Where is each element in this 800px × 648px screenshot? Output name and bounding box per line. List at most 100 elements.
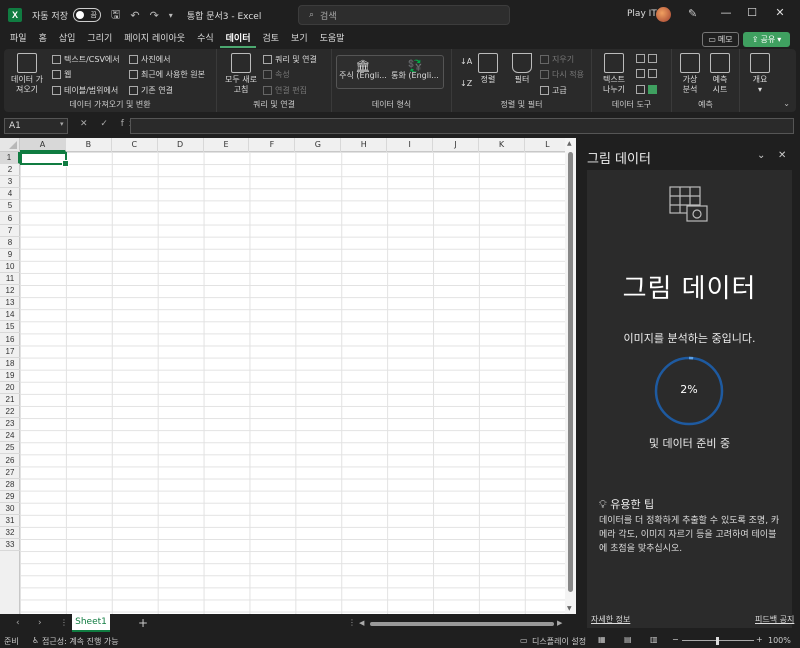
row-header[interactable]: 21: [0, 394, 20, 407]
pen-icon[interactable]: ✎: [688, 7, 697, 20]
queries-connections-button[interactable]: 쿼리 및 연결: [263, 54, 317, 65]
row-header[interactable]: 2: [0, 164, 20, 177]
zoom-thumb[interactable]: [716, 637, 719, 645]
row-header[interactable]: 27: [0, 467, 20, 479]
row-header[interactable]: 6: [0, 213, 20, 225]
flash-fill-button[interactable]: [636, 54, 657, 63]
row-header[interactable]: 24: [0, 430, 20, 443]
consolidate-button[interactable]: [636, 69, 657, 78]
scroll-thumb[interactable]: [568, 152, 573, 592]
split-handle-icon[interactable]: ⋮: [348, 618, 356, 627]
chevron-down-icon[interactable]: ▾: [60, 120, 64, 128]
scroll-left-icon[interactable]: ◀: [359, 619, 364, 627]
tab-formulas[interactable]: 수식: [191, 30, 220, 48]
column-header[interactable]: J: [433, 138, 479, 152]
row-header[interactable]: 11: [0, 273, 20, 286]
row-header[interactable]: 16: [0, 334, 20, 346]
sort-asc-button[interactable]: ↓A: [460, 57, 472, 66]
minimize-icon[interactable]: —: [716, 6, 736, 19]
get-data-button[interactable]: 데이터 가 져오기: [10, 53, 44, 95]
maximize-icon[interactable]: ☐: [742, 6, 762, 19]
collapse-ribbon-icon[interactable]: ⌄: [783, 99, 790, 108]
column-header[interactable]: K: [479, 138, 525, 152]
row-header[interactable]: 18: [0, 358, 20, 370]
tab-data[interactable]: 데이터: [219, 30, 257, 48]
column-header[interactable]: A: [20, 138, 66, 152]
row-header[interactable]: 14: [0, 309, 20, 322]
display-icon[interactable]: ▭: [520, 636, 528, 645]
sort-desc-button[interactable]: ↓Z: [460, 79, 472, 88]
row-header[interactable]: 33: [0, 539, 20, 552]
accessibility-status[interactable]: 접근성: 계속 진행 가능: [42, 636, 119, 647]
sort-button[interactable]: 정렬: [478, 53, 498, 85]
user-name[interactable]: Play IT: [627, 9, 657, 19]
feedback-link[interactable]: 피드백 공지: [755, 614, 794, 625]
tab-review[interactable]: 검토: [256, 30, 285, 48]
column-header[interactable]: G: [295, 138, 342, 152]
column-header[interactable]: E: [204, 138, 250, 152]
row-header[interactable]: 8: [0, 237, 20, 249]
row-header[interactable]: 5: [0, 200, 20, 213]
row-header[interactable]: 28: [0, 479, 20, 491]
row-header[interactable]: 12: [0, 285, 20, 298]
active-cell[interactable]: [20, 152, 69, 167]
scroll-right-icon[interactable]: ▶: [557, 619, 562, 627]
row-header[interactable]: 30: [0, 503, 20, 515]
prev-sheet-icon[interactable]: ‹: [16, 618, 20, 628]
customize-qat-icon[interactable]: ▾: [169, 11, 173, 20]
properties-button[interactable]: 속성: [263, 69, 290, 80]
row-header[interactable]: 25: [0, 442, 20, 455]
page-break-view-icon[interactable]: ▥: [650, 635, 658, 644]
zoom-out-icon[interactable]: −: [672, 635, 679, 644]
row-header[interactable]: 19: [0, 370, 20, 382]
row-header[interactable]: 29: [0, 491, 20, 503]
recent-sources-button[interactable]: 최근에 사용한 원본: [129, 69, 205, 80]
autosave-toggle[interactable]: 끔: [72, 8, 101, 22]
column-header[interactable]: H: [341, 138, 388, 152]
name-box[interactable]: A1: [4, 118, 68, 134]
tab-view[interactable]: 보기: [285, 30, 314, 48]
from-web-button[interactable]: 웹: [52, 69, 71, 80]
reapply-button[interactable]: 다시 적용: [540, 69, 584, 80]
row-header[interactable]: 7: [0, 225, 20, 237]
column-header[interactable]: F: [250, 138, 296, 152]
scroll-up-icon[interactable]: ▲: [567, 140, 572, 147]
what-if-button[interactable]: 가상 분석: [676, 53, 704, 95]
row-header[interactable]: 10: [0, 261, 20, 273]
outline-button[interactable]: 개요 ▾: [746, 53, 774, 95]
row-header[interactable]: 15: [0, 321, 20, 334]
edit-links-button[interactable]: 연결 편집: [263, 85, 307, 96]
avatar[interactable]: [656, 7, 671, 22]
close-icon[interactable]: ✕: [770, 6, 790, 19]
save-icon[interactable]: 🖫: [111, 6, 120, 25]
worksheet-grid[interactable]: ABCDEFGHIJKL 1 2 3 4 5 6 7 8 9 10 11 12 13 14 15 16 17 18…: [0, 138, 576, 614]
share-button[interactable]: ⇪ 공유 ▾: [743, 32, 790, 47]
display-settings[interactable]: 디스플레이 설정: [532, 636, 586, 647]
cell-area[interactable]: [20, 152, 565, 614]
stocks-button[interactable]: 🏛 주식 (Engli...: [338, 60, 388, 81]
existing-connections-button[interactable]: 기존 연결: [129, 85, 173, 96]
add-sheet-icon[interactable]: +: [138, 616, 148, 630]
column-header[interactable]: B: [66, 138, 112, 152]
column-header[interactable]: D: [158, 138, 204, 152]
row-header[interactable]: 22: [0, 406, 20, 419]
select-all-button[interactable]: [0, 138, 20, 152]
tab-page-layout[interactable]: 페이지 레이아웃: [118, 30, 191, 48]
formula-input[interactable]: [130, 118, 794, 134]
tab-home[interactable]: 홈: [33, 30, 53, 48]
row-header[interactable]: 23: [0, 418, 20, 431]
row-header[interactable]: 26: [0, 455, 20, 467]
validation-button[interactable]: [636, 85, 657, 94]
normal-view-icon[interactable]: ▦: [598, 635, 606, 644]
column-header[interactable]: I: [387, 138, 434, 152]
tab-file[interactable]: 파일: [4, 30, 33, 48]
advanced-button[interactable]: 고급: [540, 85, 567, 96]
filter-button[interactable]: 필터: [512, 53, 532, 85]
forecast-sheet-button[interactable]: 예측 시트: [706, 53, 734, 95]
chevron-down-icon[interactable]: ⌄: [757, 150, 765, 161]
row-header[interactable]: 9: [0, 249, 20, 261]
zoom-level[interactable]: 100%: [768, 636, 791, 645]
horizontal-scrollbar[interactable]: [370, 622, 554, 626]
from-picture-button[interactable]: 사진에서: [129, 54, 170, 65]
row-header[interactable]: 4: [0, 188, 20, 201]
